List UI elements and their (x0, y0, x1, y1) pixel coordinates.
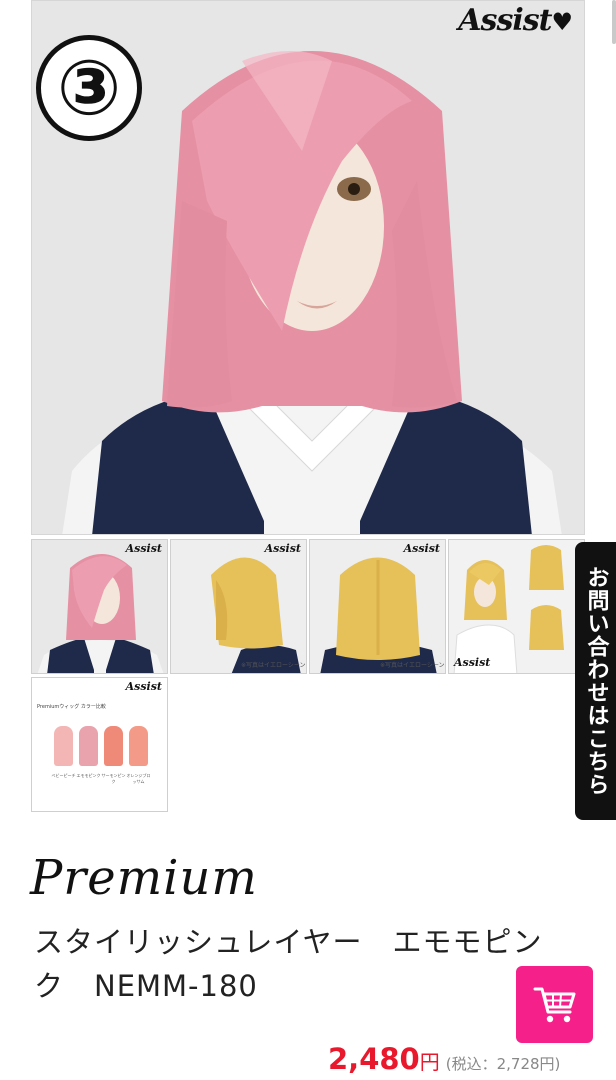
thumb-yellow-back[interactable]: Assist ※写真はイエローシーンです。 (309, 539, 446, 674)
assist-logo: Assist (454, 656, 491, 669)
assist-logo: Assist (264, 542, 301, 555)
thumb-image (449, 540, 584, 673)
thumb-yellow-model[interactable]: Assist (448, 539, 585, 674)
tax-included-price: (税込：2,728円) (445, 1055, 561, 1073)
assist-logo: Assist♥ (458, 3, 573, 38)
thumb-pink-front[interactable]: Assist (31, 539, 168, 674)
thumb-image (171, 540, 306, 673)
series-logo: Premium (30, 850, 258, 906)
thumb-color-comparison[interactable]: Assist Premiumウィッグ カラー比較 ベビーピーチ エモモピンク サ… (31, 677, 168, 812)
assist-logo: Assist (403, 542, 440, 555)
swatch-label: ベビーピーチ (51, 773, 76, 778)
main-product-image[interactable]: ③ Assist♥ (31, 0, 585, 535)
swatch-label: エモモピンク (76, 773, 101, 778)
scrollbar[interactable] (612, 0, 616, 44)
thumb-image (32, 540, 167, 673)
price-currency: 円 (419, 1050, 440, 1074)
thumb-image (310, 540, 445, 673)
photo-note: ※写真はイエローシーンです。 (241, 662, 306, 669)
swatch-label: オレンジブロッサム (126, 773, 151, 784)
price: 2,480 (328, 1042, 420, 1076)
cart-icon (533, 987, 575, 1022)
swatch-label: サーモンピンク (101, 773, 126, 784)
swatch-4 (129, 726, 148, 766)
swatch-2 (79, 726, 98, 766)
product-title: スタイリッシュレイヤー エモモピンク NEMM-180 (34, 925, 543, 1003)
assist-logo: Assist (125, 680, 162, 693)
photo-note: ※写真はイエローシーンです。 (380, 662, 445, 669)
swatch-3 (104, 726, 123, 766)
number-badge: ③ (36, 35, 142, 141)
swatch-title: Premiumウィッグ カラー比較 (37, 704, 106, 710)
swatch-1 (54, 726, 73, 766)
price-row: 2,480円 (税込：2,728円) (328, 1042, 560, 1076)
assist-logo: Assist (125, 542, 162, 555)
thumb-yellow-side[interactable]: Assist ※写真はイエローシーンです。 (170, 539, 307, 674)
add-to-cart-button[interactable] (516, 966, 593, 1043)
contact-tab[interactable]: お問い合わせはこちら (575, 542, 616, 820)
